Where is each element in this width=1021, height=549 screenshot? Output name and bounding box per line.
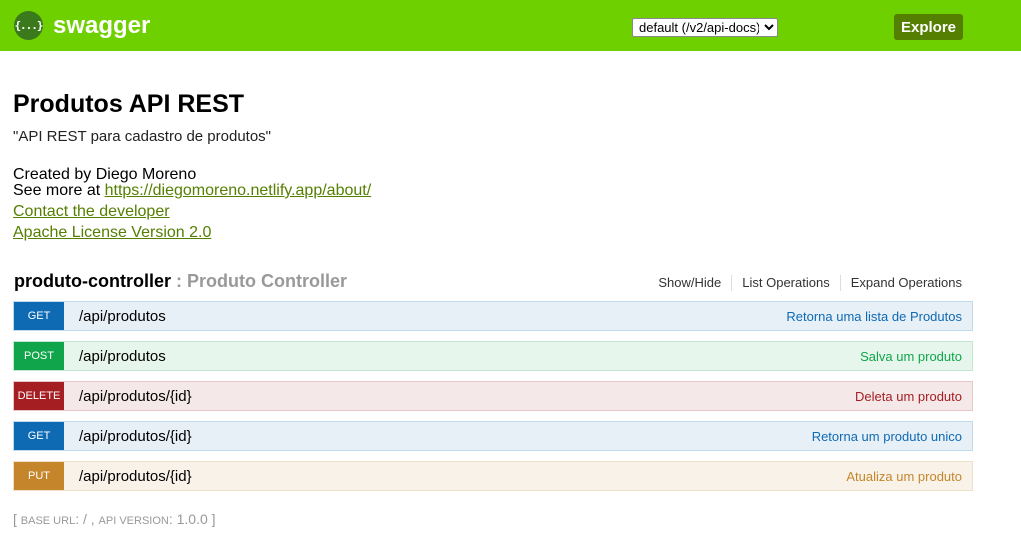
operation-summary[interactable]: Deleta um produto bbox=[855, 389, 962, 404]
method-badge[interactable]: GET bbox=[14, 422, 64, 450]
method-badge[interactable]: POST bbox=[14, 342, 64, 370]
top-bar: {...} swagger default (/v2/api-docs) Exp… bbox=[0, 0, 1021, 51]
operation-path[interactable]: /api/produtos/{id} bbox=[79, 468, 846, 485]
controller-separator: : bbox=[170, 271, 187, 291]
show-hide-link[interactable]: Show/Hide bbox=[648, 275, 733, 291]
logo-glyph: {...} bbox=[14, 19, 43, 32]
api-footer: [ base url: / , api version: 1.0.0 ] bbox=[13, 511, 216, 529]
method-badge[interactable]: GET bbox=[14, 302, 64, 330]
api-version-label: api version bbox=[98, 515, 169, 527]
api-description: "API REST para cadastro de produtos" bbox=[13, 128, 272, 145]
controller-description: Produto Controller bbox=[186, 271, 347, 291]
operation-delete-produto[interactable]: DELETE /api/produtos/{id} Deleta um prod… bbox=[13, 381, 973, 411]
explore-button[interactable]: Explore bbox=[894, 14, 963, 40]
created-by: Created by Diego Moreno bbox=[13, 166, 197, 183]
swagger-braces-icon: {...} bbox=[14, 11, 44, 40]
operation-path[interactable]: /api/produtos/{id} bbox=[79, 428, 812, 445]
controller-heading[interactable]: produto-controller : Produto Controller bbox=[14, 270, 347, 292]
brand-name: swagger bbox=[53, 12, 151, 39]
operation-path[interactable]: /api/produtos bbox=[79, 308, 786, 325]
operation-put-produto[interactable]: PUT /api/produtos/{id} Atualiza um produ… bbox=[13, 461, 973, 491]
swagger-logo[interactable]: {...} swagger bbox=[14, 11, 150, 40]
footer-open: [ bbox=[13, 511, 21, 527]
operation-summary[interactable]: Atualiza um produto bbox=[846, 469, 962, 484]
license-link[interactable]: Apache License Version 2.0 bbox=[13, 224, 211, 242]
api-spec-select[interactable]: default (/v2/api-docs) bbox=[632, 18, 778, 37]
method-badge[interactable]: PUT bbox=[14, 462, 64, 490]
operation-get-produtos[interactable]: GET /api/produtos Retorna uma lista de P… bbox=[13, 301, 973, 331]
operation-summary[interactable]: Salva um produto bbox=[860, 349, 962, 364]
controller-name[interactable]: produto-controller bbox=[14, 271, 171, 291]
list-operations-link[interactable]: List Operations bbox=[732, 275, 841, 291]
base-url-label: base url bbox=[20, 515, 76, 527]
operation-path[interactable]: /api/produtos bbox=[79, 348, 860, 365]
operation-path[interactable]: /api/produtos/{id} bbox=[79, 388, 855, 405]
operation-summary[interactable]: Retorna uma lista de Produtos bbox=[786, 309, 962, 324]
api-version-value: : 1.0.0 ] bbox=[168, 511, 216, 527]
operation-post-produtos[interactable]: POST /api/produtos Salva um produto bbox=[13, 341, 973, 371]
api-title: Produtos API REST bbox=[13, 90, 245, 118]
expand-operations-link[interactable]: Expand Operations bbox=[841, 275, 962, 291]
see-more: See more at https://diegomoreno.netlify.… bbox=[13, 182, 371, 199]
contact-developer-link[interactable]: Contact the developer bbox=[13, 203, 170, 221]
operation-get-produto-by-id[interactable]: GET /api/produtos/{id} Retorna um produt… bbox=[13, 421, 973, 451]
operation-summary[interactable]: Retorna um produto unico bbox=[812, 429, 962, 444]
controller-options: Show/Hide List Operations Expand Operati… bbox=[648, 275, 962, 291]
method-badge[interactable]: DELETE bbox=[14, 382, 64, 410]
base-url-value: : / , bbox=[75, 511, 99, 527]
see-more-link[interactable]: https://diegomoreno.netlify.app/about/ bbox=[105, 182, 372, 199]
see-more-prefix: See more at bbox=[13, 182, 105, 199]
